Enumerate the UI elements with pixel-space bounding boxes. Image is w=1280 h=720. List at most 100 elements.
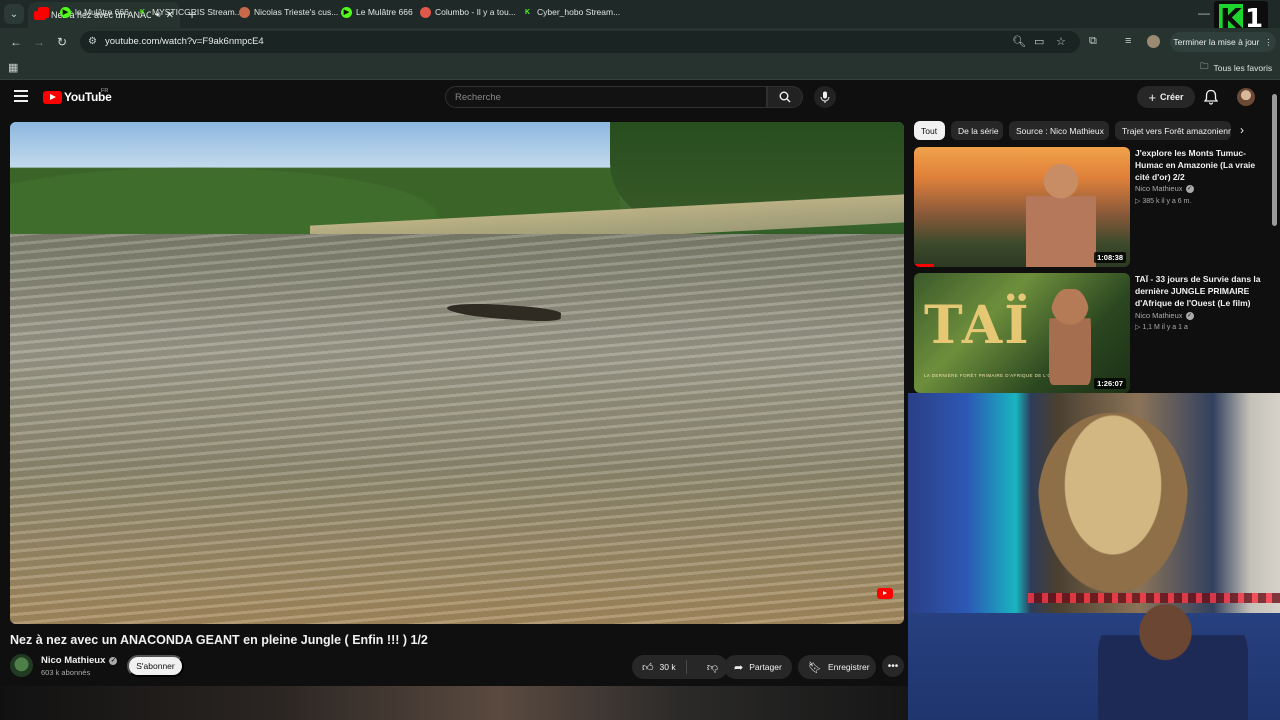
- account-avatar[interactable]: [1237, 88, 1255, 106]
- more-actions-icon[interactable]: •••: [882, 655, 904, 677]
- play-icon: ▶: [60, 6, 71, 18]
- bookmark-label: Nicolas Trieste's cus...: [254, 7, 339, 17]
- subscribe-button[interactable]: S'abonner: [127, 655, 184, 677]
- youtube-watermark-icon[interactable]: [877, 588, 893, 599]
- create-label: Créer: [1160, 92, 1184, 102]
- youtube-icon: [38, 6, 49, 18]
- streamer-webcam-overlay: [908, 393, 1280, 720]
- search-icon: [779, 91, 791, 103]
- bookmark-icon: 🔖︎: [808, 661, 822, 674]
- channel-name: Nico Mathieux: [41, 655, 106, 666]
- update-browser-button[interactable]: Terminer la mise à jour ⋮: [1170, 32, 1276, 52]
- voice-search-button[interactable]: [814, 86, 836, 108]
- webcam-streamer: [1098, 598, 1248, 720]
- thumbnail-subtitle: LA DERNIÈRE FORÊT PRIMAIRE D'AFRIQUE DE …: [924, 373, 1065, 378]
- minimize-window-button[interactable]: —: [1198, 6, 1210, 20]
- kick-icon: K: [139, 8, 146, 16]
- share-arrow-icon: ➦: [734, 661, 744, 674]
- watch-progress-bar: [914, 264, 934, 267]
- bookmark-item-5[interactable]: Columbo - Il y a tou...: [420, 5, 516, 19]
- subscriber-count: 603 k abonnés: [41, 668, 91, 677]
- country-code: FR: [101, 88, 109, 94]
- chevron-right-icon[interactable]: ›: [1240, 123, 1244, 137]
- share-label: Partager: [749, 662, 782, 672]
- bookmark-label: le Mulâtre 666: [75, 7, 129, 17]
- bookmark-item-4[interactable]: ▶ Le Mulâtre 666: [341, 5, 413, 19]
- bookmark-item-1[interactable]: ▶ le Mulâtre 666: [60, 5, 129, 19]
- youtube-logo-icon: [43, 90, 62, 104]
- profile-icon: [239, 6, 250, 18]
- video-player[interactable]: [10, 122, 904, 624]
- tab-search-button[interactable]: ⌄: [4, 4, 24, 24]
- thumbnail-person: [1049, 289, 1091, 385]
- profile-avatar-icon[interactable]: [1147, 35, 1160, 48]
- recommendation-thumbnail[interactable]: 1:08:38: [914, 147, 1130, 267]
- recommendation-title[interactable]: TAÏ - 33 jours de Survie dans la dernièr…: [1135, 273, 1265, 309]
- channel-avatar[interactable]: [10, 654, 33, 677]
- apps-grid-icon[interactable]: ▦: [8, 61, 18, 74]
- share-button[interactable]: ➦ Partager: [724, 655, 792, 679]
- recommendation-channel[interactable]: Nico Mathieux ✓: [1135, 311, 1194, 320]
- url-text[interactable]: youtube.com/watch?v=F9ak6nmpcE4: [105, 36, 264, 47]
- kick-icon: K: [524, 8, 531, 16]
- bookmark-star-icon[interactable]: ☆: [1056, 35, 1066, 48]
- chip-all[interactable]: Tout: [914, 121, 945, 140]
- bookmark-label: Columbo - Il y a tou...: [435, 7, 516, 17]
- video-duration: 1:26:07: [1094, 378, 1126, 389]
- forward-arrow-icon[interactable]: →: [33, 35, 45, 49]
- microphone-icon: [820, 91, 830, 103]
- bookmark-item-6[interactable]: K Cyber_hobo Stream...: [522, 5, 620, 19]
- recommendation-channel-name: Nico Mathieux: [1135, 311, 1183, 320]
- verified-check-icon: ✓: [1185, 311, 1194, 320]
- verified-check-icon: ✓: [109, 656, 118, 665]
- update-browser-label: Terminer la mise à jour: [1173, 37, 1260, 47]
- video-title: Nez à nez avec un ANACONDA GEANT en plei…: [10, 633, 428, 647]
- cast-icon[interactable]: ▭: [1034, 35, 1044, 48]
- bookmark-item-2[interactable]: K MYSTICGRIS Stream...: [137, 5, 242, 19]
- play-icon: ▶: [341, 6, 352, 18]
- recommendation-channel[interactable]: Nico Mathieux ✓: [1135, 184, 1194, 193]
- search-button[interactable]: [767, 86, 803, 108]
- back-arrow-icon[interactable]: ←: [10, 35, 22, 49]
- create-button[interactable]: + Créer: [1137, 86, 1195, 108]
- thumbs-down-icon[interactable]: 👎︎: [707, 661, 718, 674]
- all-favorites-label: Tous les favoris: [1213, 63, 1273, 73]
- plus-icon: +: [1148, 89, 1157, 105]
- bookmark-item-3[interactable]: Nicolas Trieste's cus...: [239, 5, 338, 19]
- page-scrollbar[interactable]: [1272, 94, 1277, 226]
- all-favorites-button[interactable]: 🗀 Tous les favoris: [1200, 61, 1272, 75]
- search-input[interactable]: [455, 86, 755, 108]
- channel-name-link[interactable]: Nico Mathieux ✓: [41, 655, 118, 666]
- bookmark-item-youtube[interactable]: [38, 5, 49, 19]
- globe-icon: [420, 6, 431, 18]
- chip-source[interactable]: Source : Nico Mathieux: [1009, 121, 1109, 140]
- description-preview-strip: [0, 686, 908, 720]
- notifications-bell-icon[interactable]: [1204, 89, 1218, 105]
- thumbnail-title: TAÏ: [924, 295, 1031, 356]
- like-divider: [686, 660, 687, 674]
- thumbs-up-icon: 👍︎: [642, 661, 654, 674]
- bookmark-label: Le Mulâtre 666: [356, 7, 413, 17]
- bookmark-label: MYSTICGRIS Stream...: [152, 7, 242, 17]
- site-settings-icon[interactable]: ⚙︎: [88, 36, 100, 48]
- verified-check-icon: ✓: [1185, 184, 1194, 193]
- like-button[interactable]: 👍︎ 30 k 👎︎: [632, 655, 728, 679]
- menu-icon[interactable]: [14, 90, 28, 102]
- like-count: 30 k: [659, 662, 676, 672]
- bookmarks-bar: [0, 56, 1280, 80]
- recommendation-meta: ▷ 1,1 M il y a 1 a: [1135, 324, 1188, 331]
- thumbnail-person: [1026, 157, 1096, 267]
- video-duration: 1:08:38: [1094, 252, 1126, 263]
- reload-icon[interactable]: ↻: [57, 35, 67, 49]
- video-frame-river: [10, 234, 904, 624]
- chip-amazon-trip[interactable]: Trajet vers Forêt amazonienne: [1115, 121, 1231, 140]
- extensions-icon[interactable]: ⧉: [1089, 35, 1097, 48]
- recommendation-thumbnail[interactable]: TAÏ LA DERNIÈRE FORÊT PRIMAIRE D'AFRIQUE…: [914, 273, 1130, 393]
- zoom-icon[interactable]: 🔍︎: [1012, 35, 1026, 48]
- chip-series[interactable]: De la série: [951, 121, 1003, 140]
- bookmark-label: Cyber_hobo Stream...: [537, 7, 621, 17]
- reading-list-icon[interactable]: ≡: [1125, 35, 1131, 47]
- save-button[interactable]: 🔖︎ Enregistrer: [798, 655, 876, 679]
- recommendation-channel-name: Nico Mathieux: [1135, 184, 1183, 193]
- recommendation-title[interactable]: J'explore les Monts Tumuc-Humac en Amazo…: [1135, 147, 1265, 183]
